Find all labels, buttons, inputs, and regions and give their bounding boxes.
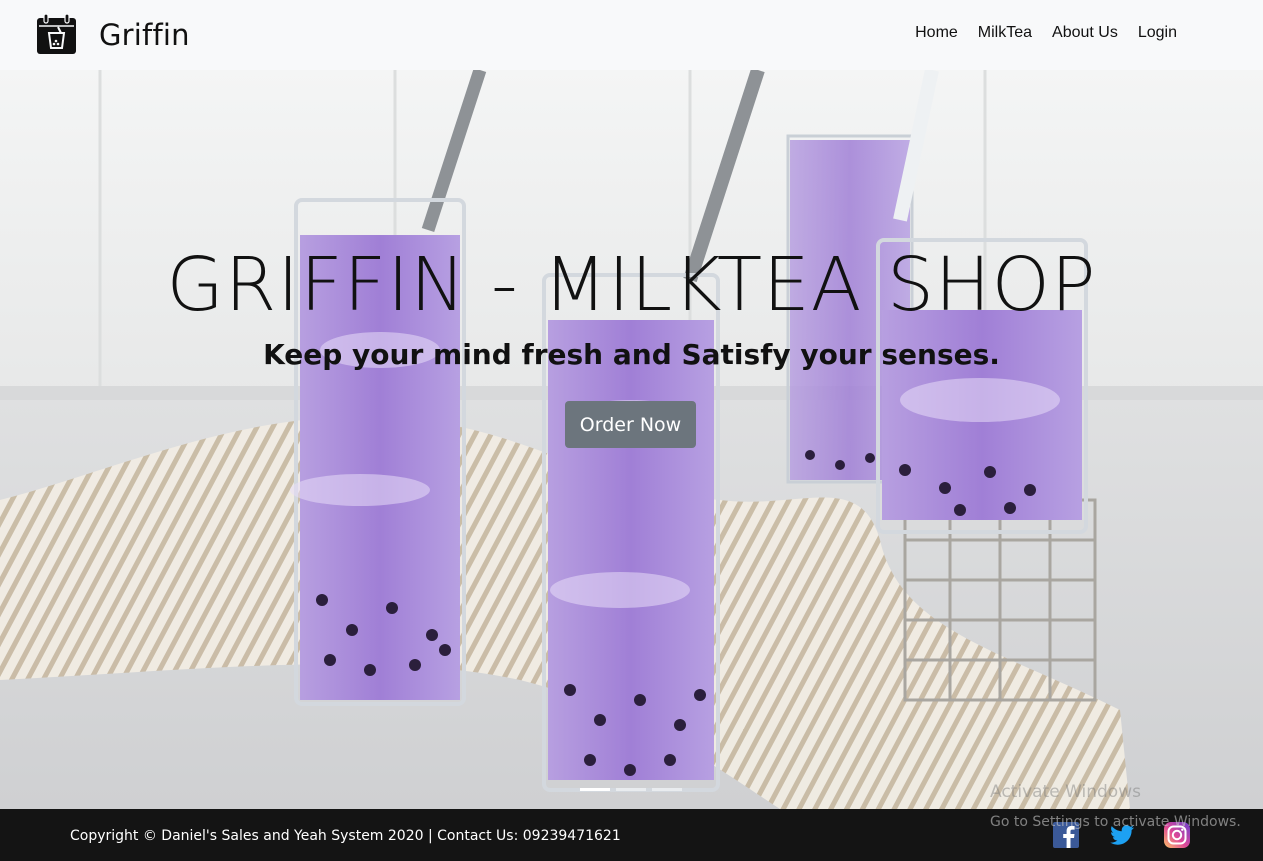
hero-carousel: GRIFFIN - MILKTEA SHOP Keep your mind fr…: [0, 70, 1263, 809]
nav-home[interactable]: Home: [915, 24, 958, 42]
activate-windows-title: Activate Windows: [990, 782, 1141, 802]
nav-milktea[interactable]: MilkTea: [978, 24, 1032, 42]
copyright-text: Copyright © Daniel's Sales and Yeah Syst…: [70, 828, 621, 844]
hero-title: GRIFFIN - MILKTEA SHOP: [166, 242, 1097, 328]
nav-about-us[interactable]: About Us: [1052, 24, 1118, 42]
hero-subtitle: Keep your mind fresh and Satisfy your se…: [263, 338, 1000, 371]
carousel-indicator-3[interactable]: [652, 788, 682, 791]
calendar-milktea-icon: [37, 14, 76, 54]
carousel-indicators: [580, 788, 682, 791]
order-now-button[interactable]: Order Now: [565, 401, 696, 448]
carousel-indicator-1[interactable]: [580, 788, 610, 791]
activate-windows-subtitle: Go to Settings to activate Windows.: [990, 814, 1241, 830]
carousel-indicator-2[interactable]: [616, 788, 646, 791]
brand-link[interactable]: Griffin: [36, 14, 190, 55]
brand-name[interactable]: Griffin: [99, 18, 190, 52]
nav-login[interactable]: Login: [1138, 24, 1177, 42]
navbar: Griffin Home MilkTea About Us Login: [0, 0, 1263, 70]
main-nav: Home MilkTea About Us Login: [915, 24, 1177, 42]
